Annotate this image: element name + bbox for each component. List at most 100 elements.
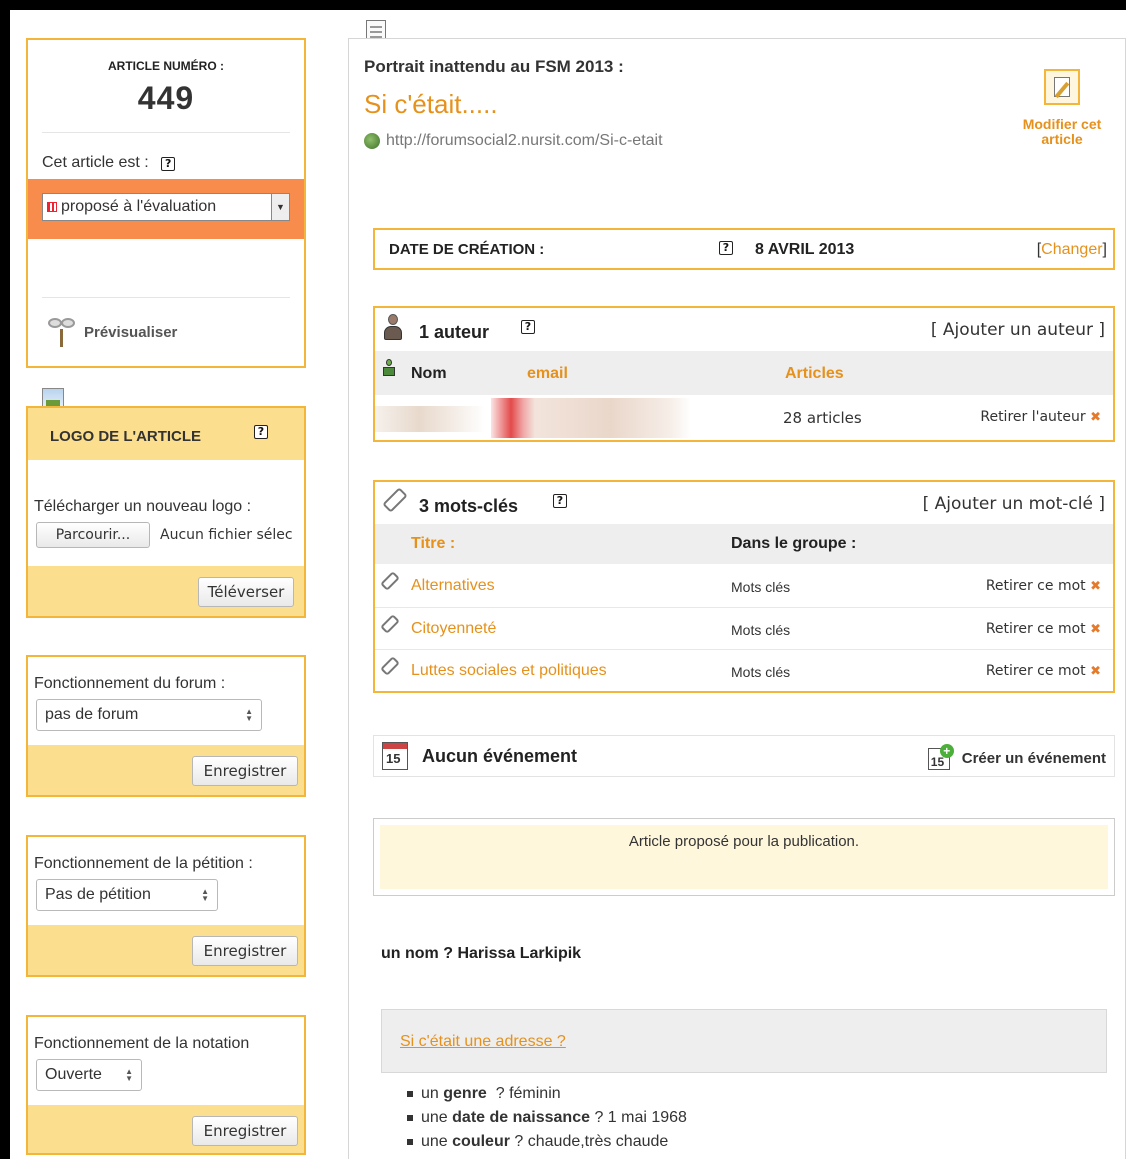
edit-article-button[interactable]: Modifier cet article: [1007, 69, 1117, 147]
logo-box: LOGO DE L'ARTICLE ? Télécharger un nouve…: [26, 406, 306, 618]
help-icon[interactable]: ?: [553, 494, 567, 508]
change-date-link-wrap: [Changer]: [1037, 241, 1107, 259]
rating-save-button[interactable]: Enregistrer: [192, 1116, 298, 1146]
rating-select-value: Ouverte: [45, 1066, 102, 1083]
tag-icon: [382, 487, 408, 513]
list-item: une date de naissance ? 1 mai 1968: [407, 1109, 687, 1133]
keywords-title: 3 mots-clés: [419, 496, 519, 516]
article-surtitle: Portrait inattendu au FSM 2013 :: [364, 57, 624, 76]
help-icon[interactable]: ?: [254, 425, 268, 439]
divider: [42, 297, 290, 298]
remove-keyword-label: Retirer ce mot: [985, 621, 1086, 637]
preview-label: Prévisualiser: [84, 323, 178, 341]
article-url-row[interactable]: http://forumsocial2.nursit.com/Si-c-etai…: [364, 132, 663, 150]
content-line: un nom ? Harissa Larkipik: [381, 945, 581, 963]
article-url: http://forumsocial2.nursit.com/Si-c-etai…: [386, 132, 663, 149]
item-pre: une: [421, 1109, 448, 1126]
remove-keyword-link[interactable]: Retirer ce mot ✖: [986, 663, 1101, 679]
remove-keyword-label: Retirer ce mot: [985, 578, 1086, 594]
divider: [42, 132, 290, 133]
change-date-link[interactable]: Changer: [1041, 241, 1102, 258]
keyword-row: Luttes sociales et politiques Mots clés …: [375, 649, 1113, 691]
petition-select-value: Pas de pétition: [45, 886, 151, 903]
authors-title: 1 auteur: [419, 322, 490, 342]
help-icon[interactable]: ?: [521, 320, 535, 334]
content-question: un nom ?: [381, 945, 453, 962]
preview-link[interactable]: Prévisualiser: [48, 312, 177, 352]
no-file-text: Aucun fichier sélec: [160, 527, 293, 543]
add-author-link[interactable]: [ Ajouter un auteur ]: [931, 320, 1105, 340]
browse-button[interactable]: Parcourir...: [36, 522, 150, 548]
author-row: 28 articles Retirer l'auteur ✖: [375, 396, 1113, 440]
main-panel: Portrait inattendu au FSM 2013 : Si c'ét…: [348, 38, 1126, 1159]
blurred-author-email: [491, 398, 691, 438]
edit-article-label: Modifier cet article: [1022, 116, 1102, 147]
logo-box-header: LOGO DE L'ARTICLE ?: [28, 408, 304, 460]
petition-select[interactable]: Pas de pétition ▲ ▼: [36, 879, 218, 911]
keyword-row: Alternatives Mots clés Retirer ce mot ✖: [375, 565, 1113, 607]
create-event-link[interactable]: 15 + Créer un événement: [927, 744, 1106, 772]
item-bold: date de naissance: [452, 1109, 590, 1126]
author-articles-count: 28 articles: [783, 409, 862, 427]
item-bold: couleur: [452, 1133, 510, 1150]
forum-select[interactable]: pas de forum ▲ ▼: [36, 699, 262, 731]
item-pre: une: [421, 1133, 448, 1150]
keyword-link[interactable]: Citoyenneté: [411, 620, 496, 638]
calendar-day: 15: [386, 751, 401, 766]
user-small-icon: [383, 359, 395, 377]
list-item: un genre ? féminin: [407, 1085, 687, 1109]
status-label-row: Cet article est : ?: [42, 154, 176, 172]
help-icon[interactable]: ?: [719, 241, 733, 255]
logo-box-title: LOGO DE L'ARTICLE: [50, 428, 202, 445]
forum-box: Fonctionnement du forum : pas de forum ▲…: [26, 655, 306, 797]
remove-icon: ✖: [1090, 410, 1101, 425]
forum-select-value: pas de forum: [45, 706, 139, 723]
remove-keyword-link[interactable]: Retirer ce mot ✖: [986, 621, 1101, 637]
chevron-down-icon: ▼: [271, 194, 289, 220]
tag-icon: [380, 614, 400, 634]
petition-label: Fonctionnement de la pétition :: [34, 855, 253, 872]
content-section: Si c'était une adresse ?: [381, 1009, 1107, 1073]
create-event-label: Créer un événement: [961, 749, 1106, 767]
keyword-row: Citoyenneté Mots clés Retirer ce mot ✖: [375, 607, 1113, 649]
item-pre: un: [421, 1085, 439, 1102]
calendar-icon: 15: [382, 742, 408, 770]
help-icon[interactable]: ?: [161, 157, 176, 171]
bracket-close: ]: [1102, 241, 1107, 258]
calendar-add-icon: 15 +: [927, 744, 956, 772]
item-bold: genre: [443, 1085, 487, 1102]
user-icon: [383, 314, 403, 342]
remove-author-link[interactable]: Retirer l'auteur ✖: [980, 409, 1101, 425]
petition-save-button[interactable]: Enregistrer: [192, 936, 298, 966]
edit-icon: [1044, 69, 1080, 105]
section-link[interactable]: Si c'était une adresse ?: [400, 1033, 566, 1051]
content-answer: Harissa Larkipik: [457, 945, 582, 962]
rating-label: Fonctionnement de la notation: [34, 1035, 250, 1052]
item-rest: ? chaude,très chaude: [509, 1133, 669, 1150]
rating-box: Fonctionnement de la notation Ouverte ▲ ▼…: [26, 1015, 306, 1155]
status-label: Cet article est :: [42, 154, 149, 171]
col-group: Dans le groupe :: [731, 535, 857, 552]
forum-save-button[interactable]: Enregistrer: [192, 756, 298, 786]
creation-date-value: 8 AVRIL 2013: [755, 241, 855, 258]
tag-icon: [380, 656, 400, 676]
keyword-link[interactable]: Luttes sociales et politiques: [411, 662, 607, 680]
keywords-table-header: Titre : Dans le groupe :: [375, 524, 1113, 564]
blurred-author-name: [375, 406, 485, 432]
upload-button[interactable]: Téléverser: [198, 577, 294, 607]
creation-date-box: DATE DE CRÉATION : ? 8 AVRIL 2013 [Chang…: [373, 228, 1115, 270]
notice-inner: Article proposé pour la publication.: [380, 825, 1108, 889]
binoculars-icon: [48, 314, 78, 350]
list-item: une couleur ? chaude,très chaude: [407, 1133, 687, 1157]
article-box: ARTICLE NUMÉRO : 449 Cet article est : ?…: [26, 38, 306, 368]
updown-arrows-icon: ▲ ▼: [245, 707, 253, 723]
updown-arrows-icon: ▲ ▼: [125, 1067, 133, 1083]
add-keyword-link[interactable]: [ Ajouter un mot-clé ]: [923, 494, 1105, 514]
rating-select[interactable]: Ouverte ▲ ▼: [36, 1059, 142, 1091]
status-select-value: proposé à l'évaluation: [61, 198, 217, 215]
item-rest: ? féminin: [486, 1085, 561, 1102]
keyword-link[interactable]: Alternatives: [411, 577, 495, 595]
status-select[interactable]: proposé à l'évaluation ▼: [42, 193, 290, 221]
upload-label: Télécharger un nouveau logo :: [34, 498, 252, 515]
remove-keyword-link[interactable]: Retirer ce mot ✖: [986, 578, 1101, 594]
